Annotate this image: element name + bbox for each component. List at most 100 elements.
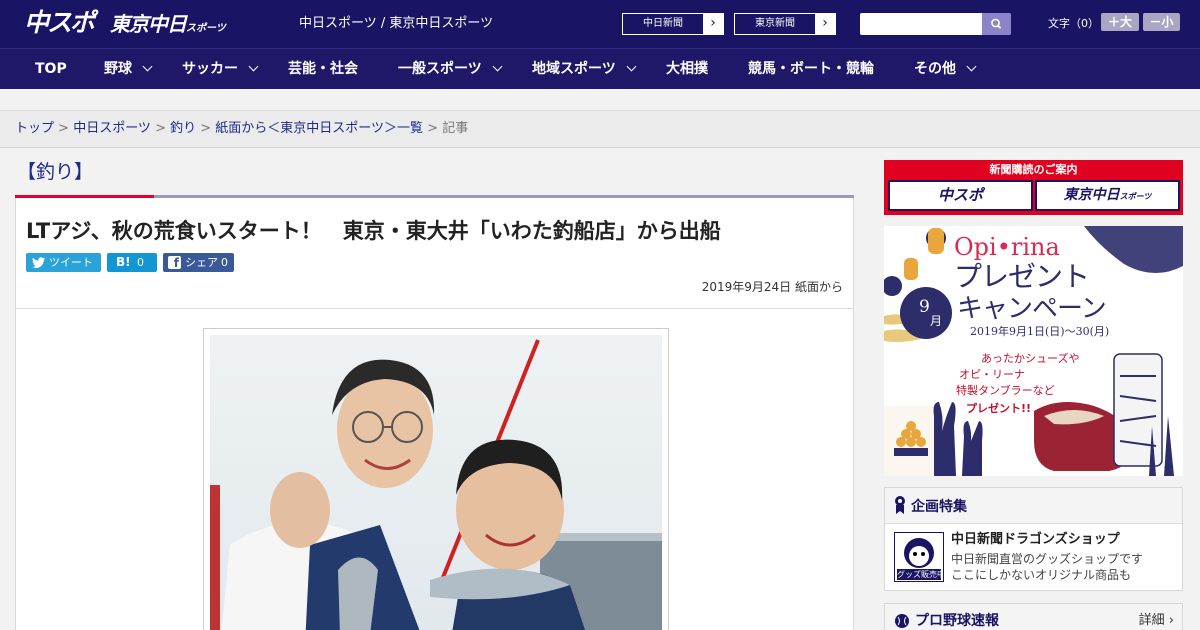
dragons-shop-description-2: ここにしかないオリジナル商品も (951, 568, 1132, 582)
nav-item-racing[interactable]: 競馬・ボート・競輪 (748, 49, 874, 89)
tokyo-shimbun-link[interactable]: 東京新聞 › (734, 13, 836, 35)
nav-label: TOP (35, 61, 67, 77)
pro-baseball-section: プロ野球速報 詳細 › (884, 603, 1183, 630)
chevron-right-icon: › (815, 14, 835, 34)
breadcrumb-separator: > (54, 121, 74, 136)
chunichi-shimbun-label: 中日新聞 (643, 18, 683, 29)
nav-item-baseball[interactable]: 野球 (104, 49, 153, 89)
header-spacer (0, 89, 1200, 111)
twitter-bird-icon (32, 257, 45, 268)
nav-label: 地域スポーツ (532, 61, 616, 77)
breadcrumb-separator: > (423, 121, 443, 136)
nav-item-general-sports[interactable]: 一般スポーツ (398, 49, 503, 89)
subscribe-b-small: スポーツ (1119, 192, 1152, 201)
article-divider (16, 308, 853, 309)
goods-sale-label: グッズ販売中 (897, 570, 941, 579)
nav-item-entertainment[interactable]: 芸能・社会 (288, 49, 358, 89)
article-photo[interactable] (203, 328, 669, 630)
tokyo-shimbun-label: 東京新聞 (755, 18, 795, 29)
nav-item-top[interactable]: TOP (35, 49, 67, 89)
nav-item-local-sports[interactable]: 地域スポーツ (532, 49, 637, 89)
search-icon (991, 18, 1002, 29)
ad-copy-line2: オピ・リーナ (959, 368, 1025, 381)
nav-item-sumo[interactable]: 大相撲 (666, 49, 708, 89)
subscription-title: 新聞購読のご案内 (989, 163, 1078, 176)
font-larger-button[interactable]: ＋大 (1101, 13, 1139, 31)
nav-label: 大相撲 (666, 61, 708, 77)
dragons-shop-link[interactable]: 中日新聞ドラゴンズショップ (951, 531, 1120, 549)
article-title: LTアジ、秋の荒食いスタート！ 東京・東大井「いわた釣船店」から出船 (26, 219, 721, 243)
feature-header: 企画特集 (885, 488, 1182, 524)
tweet-button[interactable]: ツイート (26, 253, 101, 272)
site-header: 中スポ 東京中日スポーツ 中日スポーツ / 東京中日スポーツ 中日新聞 › 東京新… (0, 0, 1200, 48)
chevron-down-icon (248, 61, 259, 72)
hatena-count: 0 (137, 256, 144, 269)
main-nav: TOP 野球 サッカー 芸能・社会 一般スポーツ 地域スポーツ 大相撲 競馬・ボ… (0, 48, 1200, 89)
baseball-icon (895, 614, 909, 628)
feature-title: 企画特集 (911, 499, 967, 515)
facebook-share-label: シェア (185, 256, 218, 269)
ad-copy-line4: プレゼント!! (966, 402, 1032, 415)
facebook-share-button[interactable]: f シェア 0 (163, 253, 234, 272)
ad-title-line2: キャンペーン (957, 294, 1107, 324)
chuspo-logo[interactable]: 中スポ (24, 8, 95, 38)
breadcrumb-fishing[interactable]: 釣り (170, 121, 196, 136)
chevron-down-icon (492, 61, 503, 72)
hatena-icon: B! (116, 255, 131, 269)
ad-month-badge: 9月 (900, 287, 952, 339)
feature-section: 企画特集 グッズ販売中 中日新聞ドラゴンズショップ 中日新聞直営のグッズショップ… (884, 487, 1183, 591)
font-smaller-button[interactable]: －小 (1143, 13, 1180, 31)
facebook-icon: f (168, 256, 181, 270)
nav-item-soccer[interactable]: サッカー (182, 49, 259, 89)
search-input[interactable] (860, 13, 982, 35)
article-card: LTアジ、秋の荒食いスタート！ 東京・東大井「いわた釣船店」から出船 ツイート … (15, 198, 854, 630)
tokyo-logo-text: 東京中日 (110, 12, 187, 36)
nav-label: 一般スポーツ (398, 61, 482, 77)
pro-baseball-details-link[interactable]: 詳細 › (1139, 612, 1174, 630)
breadcrumb-top[interactable]: トップ (15, 121, 54, 136)
chunichi-shimbun-link[interactable]: 中日新聞 › (622, 13, 724, 35)
nav-label: 芸能・社会 (288, 61, 358, 77)
ad-copy-line1: あったかシューズや (981, 352, 1080, 365)
article-date: 2019年9月24日 紙面から (701, 280, 843, 294)
chevron-right-icon: › (703, 14, 723, 34)
hatena-bookmark-button[interactable]: B! 0 (107, 253, 157, 272)
nav-label: 競馬・ボート・競輪 (748, 61, 874, 77)
pro-baseball-title: プロ野球速報 (915, 613, 999, 629)
search-button[interactable] (982, 13, 1011, 35)
breadcrumb-list[interactable]: 紙面から＜東京中日スポーツ＞一覧 (215, 121, 423, 136)
subscribe-chuspo-button[interactable]: 中スポ (888, 180, 1033, 211)
nav-label: その他 (914, 61, 956, 77)
tweet-label: ツイート (49, 256, 93, 269)
subscribe-tokyo-chunichi-button[interactable]: 東京中日スポーツ (1035, 180, 1180, 211)
breadcrumb-chunichi-sports[interactable]: 中日スポーツ (73, 121, 151, 136)
chevron-down-icon (142, 61, 153, 72)
dragons-shop-thumbnail[interactable]: グッズ販売中 (894, 532, 944, 582)
nav-label: サッカー (182, 61, 238, 77)
nav-item-others[interactable]: その他 (914, 49, 977, 89)
tokyo-chunichi-logo[interactable]: 東京中日スポーツ (110, 11, 226, 42)
breadcrumb-current: 記事 (442, 121, 469, 136)
dragons-shop-description: 中日新聞直営のグッズショップです (951, 552, 1144, 566)
ad-date: 2019年9月1日(日)〜30(月) (970, 325, 1110, 338)
facebook-count: 0 (221, 256, 228, 269)
site-names: 中日スポーツ / 東京中日スポーツ (299, 16, 494, 31)
chevron-down-icon (966, 61, 977, 72)
ad-title-line1: プレゼント (954, 260, 1090, 293)
ad-month-unit: 月 (930, 314, 943, 328)
subscription-banner[interactable]: 新聞購読のご案内 中スポ 東京中日スポーツ (884, 160, 1183, 215)
subscribe-b-text: 東京中日 (1063, 187, 1120, 203)
breadcrumb-separator: > (150, 121, 171, 136)
ad-brand-logo: Opi•rina (954, 233, 1060, 261)
fishing-photo-image (210, 335, 662, 630)
ad-copy-line3: 特製タンブラーなど (956, 384, 1055, 397)
ad-banner[interactable]: Opi•rina プレゼント キャンペーン 2019年9月1日(日)〜30(月)… (884, 226, 1183, 476)
chevron-down-icon (626, 61, 637, 72)
nav-label: 野球 (104, 61, 132, 77)
font-size-label: 文字（0） (1048, 17, 1099, 30)
ribbon-icon (895, 496, 905, 514)
ad-month-number: 9 (919, 297, 930, 317)
breadcrumb: トップ > 中日スポーツ > 釣り > 紙面から＜東京中日スポーツ＞一覧 > 記… (0, 111, 1200, 148)
breadcrumb-separator: > (196, 121, 216, 136)
category-heading: 【釣り】 (17, 161, 94, 183)
